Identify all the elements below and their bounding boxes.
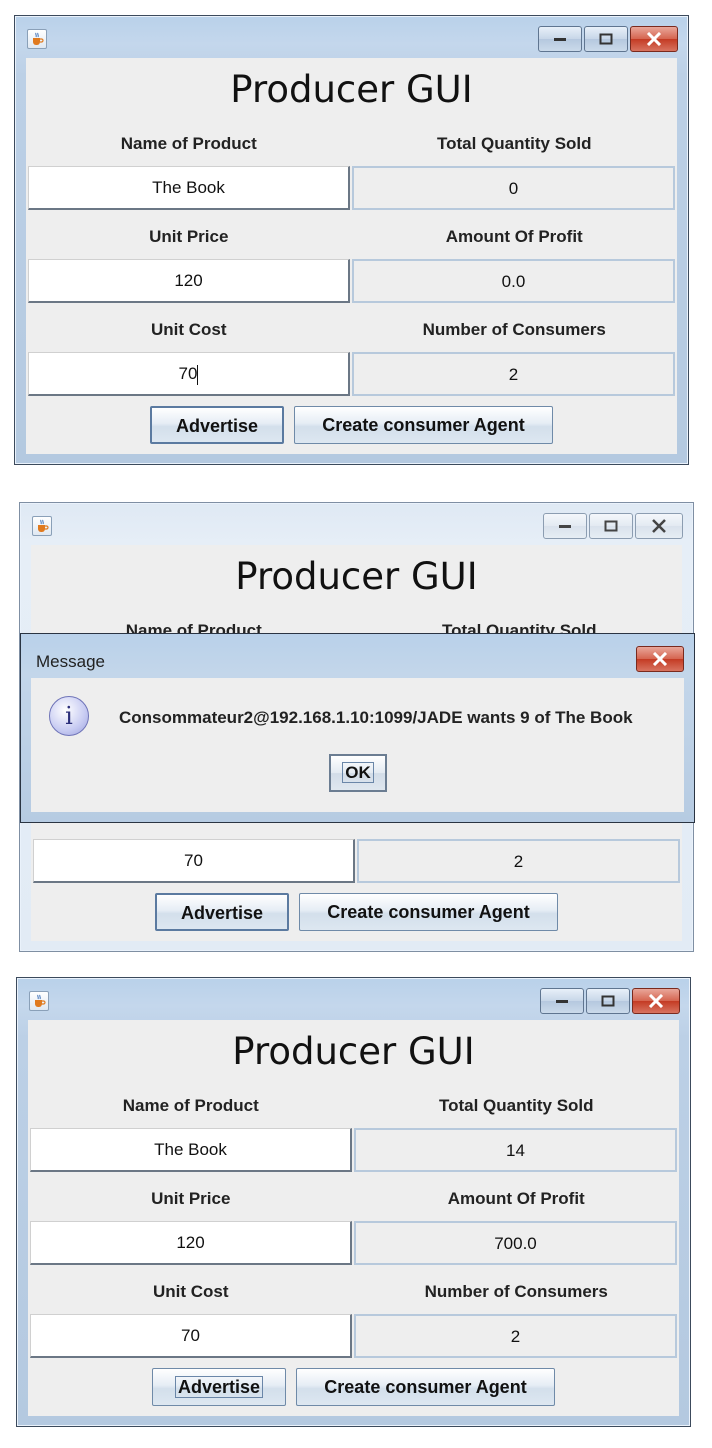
maximize-button[interactable]: [586, 988, 630, 1014]
advertise-button[interactable]: Advertise: [155, 893, 289, 931]
java-cup-icon[interactable]: [29, 991, 49, 1011]
unit-price-field[interactable]: 120: [30, 1221, 352, 1265]
title-bar[interactable]: [15, 16, 688, 56]
java-cup-icon[interactable]: [32, 516, 52, 536]
unit-price-field[interactable]: 120: [28, 259, 350, 303]
unit-cost-value: 70: [178, 364, 198, 383]
minimize-icon: [554, 38, 566, 41]
unit-cost-label: Unit Cost: [150, 320, 227, 339]
producer-window-top: Producer GUI Name of Product Total Quant…: [14, 15, 689, 465]
amount-of-profit-label: Amount Of Profit: [447, 1189, 585, 1208]
unit-price-label: Unit Price: [151, 1189, 231, 1208]
number-of-consumers-label: Number of Consumers: [422, 320, 606, 339]
total-quantity-sold-label: Total Quantity Sold: [436, 134, 592, 153]
maximize-icon: [604, 520, 618, 532]
producer-window-bottom: Producer GUI Name of Product Total Quant…: [16, 977, 691, 1427]
minimize-button[interactable]: [540, 988, 584, 1014]
name-of-product-label: Name of Product: [120, 134, 257, 153]
total-quantity-sold-label: Total Quantity Sold: [438, 1096, 594, 1115]
amount-of-profit-field: 700.0: [354, 1221, 677, 1265]
unit-cost-label: Unit Cost: [152, 1282, 229, 1301]
close-button[interactable]: [630, 26, 678, 52]
number-of-consumers-label: Number of Consumers: [424, 1282, 608, 1301]
close-icon: [646, 32, 662, 46]
product-name-field[interactable]: The Book: [28, 166, 350, 210]
maximize-icon: [601, 995, 615, 1007]
number-of-consumers-field: 2: [352, 352, 675, 396]
create-consumer-agent-button[interactable]: Create consumer Agent: [294, 406, 553, 444]
message-dialog: Message i Consommateur2@192.168.1.10:109…: [20, 633, 695, 823]
maximize-button[interactable]: [584, 26, 628, 52]
number-of-consumers-field: 2: [354, 1314, 677, 1358]
unit-cost-field[interactable]: 70: [28, 352, 350, 396]
content-panel: Producer GUI Name of Product Total Quant…: [28, 1020, 679, 1416]
unit-cost-field[interactable]: 70: [33, 839, 355, 883]
name-of-product-label: Name of Product: [122, 1096, 259, 1115]
title-bar[interactable]: [20, 503, 693, 543]
create-consumer-agent-button[interactable]: Create consumer Agent: [296, 1368, 555, 1406]
ok-label: OK: [342, 762, 374, 783]
maximize-button[interactable]: [589, 513, 633, 539]
page-title: Producer GUI: [235, 555, 478, 598]
ok-button[interactable]: OK: [329, 754, 387, 792]
java-cup-icon[interactable]: [27, 29, 47, 49]
dialog-title: Message: [36, 652, 105, 671]
maximize-icon: [599, 33, 613, 45]
amount-of-profit-label: Amount Of Profit: [445, 227, 583, 246]
advertise-label: Advertise: [174, 1376, 264, 1398]
create-consumer-agent-button[interactable]: Create consumer Agent: [299, 893, 558, 931]
dialog-message: Consommateur2@192.168.1.10:1099/JADE wan…: [119, 708, 633, 727]
minimize-button[interactable]: [543, 513, 587, 539]
information-icon: i: [49, 696, 89, 736]
close-button[interactable]: [635, 513, 683, 539]
minimize-icon: [556, 1000, 568, 1003]
close-icon: [652, 652, 668, 666]
total-quantity-sold-field: 0: [352, 166, 675, 210]
text-caret: [197, 364, 199, 385]
amount-of-profit-field: 0.0: [352, 259, 675, 303]
total-quantity-sold-field: 14: [354, 1128, 677, 1172]
dialog-body: i Consommateur2@192.168.1.10:1099/JADE w…: [31, 678, 684, 812]
number-of-consumers-field: 2: [357, 839, 680, 883]
advertise-button[interactable]: Advertise: [152, 1368, 286, 1406]
unit-price-label: Unit Price: [149, 227, 229, 246]
close-icon: [648, 994, 664, 1008]
close-button[interactable]: [632, 988, 680, 1014]
unit-cost-field[interactable]: 70: [30, 1314, 352, 1358]
page-title: Producer GUI: [230, 68, 473, 111]
dialog-close-button[interactable]: [636, 646, 684, 672]
page-title: Producer GUI: [232, 1030, 475, 1073]
content-panel: Producer GUI Name of Product Total Quant…: [26, 58, 677, 454]
close-icon: [652, 519, 666, 533]
product-name-field[interactable]: The Book: [30, 1128, 352, 1172]
title-bar[interactable]: [17, 978, 690, 1018]
minimize-button[interactable]: [538, 26, 582, 52]
advertise-button[interactable]: Advertise: [150, 406, 284, 444]
minimize-icon: [559, 525, 571, 528]
